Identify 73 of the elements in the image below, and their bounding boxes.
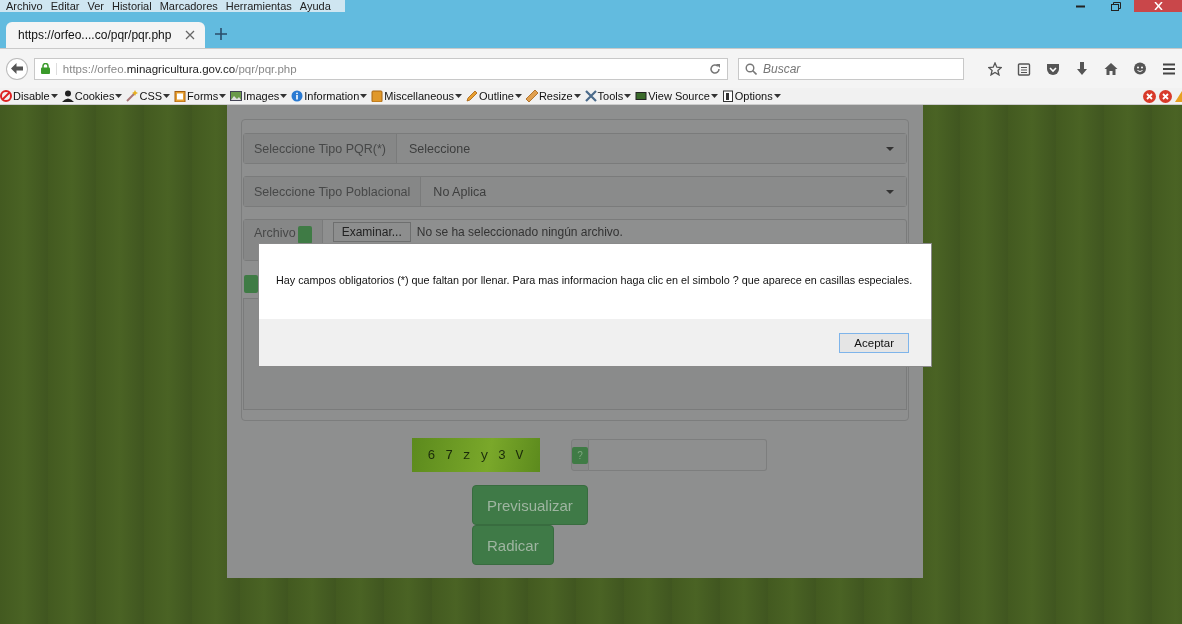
padlock-icon bbox=[40, 63, 50, 74]
toolbar-menu[interactable]: CSS bbox=[126, 88, 175, 104]
menu-item[interactable]: Editar bbox=[50, 0, 88, 12]
caret-icon bbox=[886, 189, 894, 194]
monitor-icon bbox=[635, 90, 648, 102]
error-icon[interactable] bbox=[1143, 89, 1156, 103]
toolbar-menu[interactable]: Forms bbox=[174, 88, 231, 104]
info-icon bbox=[291, 90, 304, 102]
folder-icon bbox=[371, 90, 384, 102]
minimize-icon[interactable] bbox=[1075, 4, 1085, 8]
caret-icon bbox=[773, 94, 781, 98]
arrow-left-icon bbox=[10, 63, 23, 74]
search-icon bbox=[745, 62, 757, 75]
menu-item[interactable]: Ayuda bbox=[299, 0, 339, 12]
person-icon bbox=[61, 90, 74, 102]
caret-icon bbox=[360, 94, 368, 98]
field-label: Seleccione Tipo Poblacional bbox=[244, 177, 422, 206]
menu-item[interactable]: Marcadores bbox=[159, 0, 226, 12]
toolbar-menu[interactable]: Miscellaneous bbox=[371, 88, 467, 104]
reload-icon[interactable] bbox=[709, 62, 721, 75]
caret-icon bbox=[115, 94, 123, 98]
search-field[interactable]: Buscar bbox=[738, 57, 964, 80]
captcha-field[interactable] bbox=[589, 439, 767, 471]
home-icon[interactable] bbox=[1104, 61, 1118, 76]
toolbar-menu[interactable]: Disable bbox=[0, 88, 62, 104]
toolbar-menu[interactable]: Outline bbox=[466, 88, 526, 104]
toolbar-menu[interactable]: Tools bbox=[584, 88, 636, 104]
pocket-icon[interactable] bbox=[1046, 61, 1060, 76]
tools-icon bbox=[584, 90, 597, 102]
accept-button[interactable]: Aceptar bbox=[839, 332, 909, 353]
close-icon[interactable] bbox=[185, 30, 196, 40]
captcha-image: 6 7 z y 3 V bbox=[412, 438, 540, 472]
caret-icon bbox=[280, 94, 288, 98]
alert-message: Hay campos obligatorios (*) que faltan por llenar. Para mas informacion haga clic en el simbolo ? que aparece en casillas especiales. bbox=[275, 273, 914, 288]
chat-icon[interactable] bbox=[1133, 61, 1147, 76]
browse-button[interactable]: Examinar... bbox=[332, 222, 411, 242]
toolbar-menu[interactable]: Resize bbox=[525, 88, 585, 104]
toolbar-menu[interactable]: Information bbox=[291, 88, 372, 104]
toolbar-menu[interactable]: Options bbox=[721, 88, 785, 104]
toolbar-menu[interactable]: Cookies bbox=[61, 88, 127, 104]
browser-tab[interactable]: https://orfeo....co/pqr/pqr.php bbox=[6, 22, 206, 48]
caret-icon bbox=[624, 94, 632, 98]
menu-icon[interactable] bbox=[1162, 61, 1176, 76]
caret-icon bbox=[50, 94, 58, 98]
caret-icon bbox=[455, 94, 463, 98]
error-icon[interactable] bbox=[1159, 89, 1172, 103]
ruler-icon bbox=[525, 90, 538, 102]
toolbar-menu[interactable]: View Source bbox=[635, 88, 722, 104]
bookmark-star-icon[interactable] bbox=[988, 61, 1002, 76]
address-field[interactable]: https://orfeo.minagricultura.gov.co/pqr/pqr.php bbox=[33, 57, 728, 80]
download-icon[interactable] bbox=[1075, 61, 1089, 76]
picture-icon bbox=[230, 90, 243, 102]
wand-icon bbox=[126, 90, 139, 102]
caret-icon bbox=[163, 94, 171, 98]
menu-item[interactable]: Historial bbox=[111, 0, 160, 12]
pencil-icon bbox=[466, 90, 479, 102]
prohibition-icon bbox=[0, 90, 12, 102]
caret-icon bbox=[219, 94, 227, 98]
toolbar-menu[interactable]: Images bbox=[230, 88, 292, 104]
restore-icon[interactable] bbox=[1111, 1, 1121, 11]
menu-item[interactable]: Ver bbox=[87, 0, 112, 12]
caret-icon bbox=[573, 94, 581, 98]
back-button[interactable] bbox=[6, 57, 28, 80]
window-icon bbox=[721, 90, 734, 102]
caret-icon bbox=[886, 146, 894, 151]
file-status: No se ha seleccionado ningún archivo. bbox=[416, 225, 623, 239]
field-label: Seleccione Tipo PQR(*) bbox=[244, 134, 397, 163]
field-label: Archivo bbox=[254, 226, 296, 240]
caret-icon bbox=[514, 94, 522, 98]
menu-item[interactable]: Archivo bbox=[6, 0, 51, 12]
new-tab-icon[interactable] bbox=[215, 28, 228, 40]
caret-icon bbox=[710, 94, 718, 98]
menu-item[interactable]: Herramientas bbox=[225, 0, 300, 12]
